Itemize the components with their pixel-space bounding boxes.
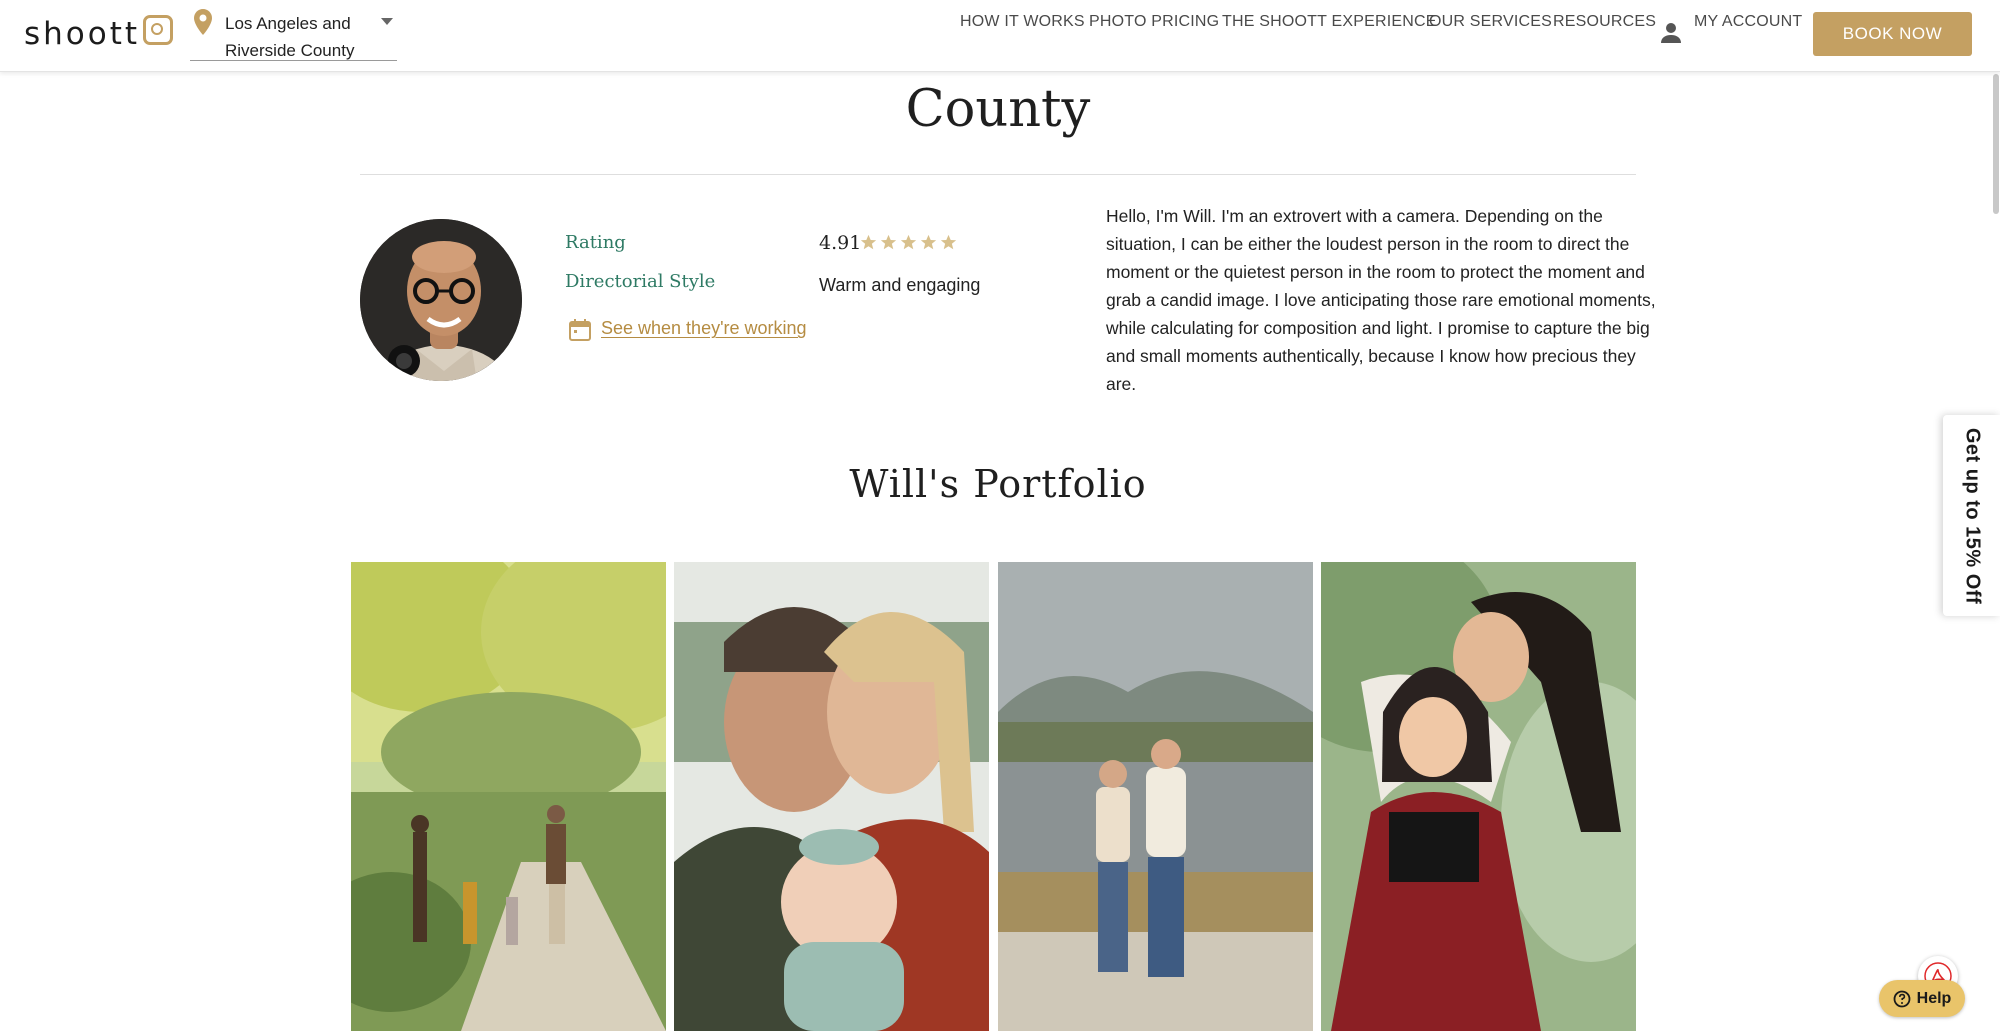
rating-stars — [860, 234, 957, 251]
nav-resources[interactable]: RESOURCES — [1553, 13, 1656, 31]
help-icon — [1893, 990, 1911, 1007]
star-icon — [920, 234, 937, 250]
discount-tab-label: Get up to 15% Off — [1961, 427, 1983, 604]
location-value: Los Angeles and Riverside County — [225, 14, 355, 60]
photographer-avatar — [360, 219, 522, 381]
page-title: County — [905, 80, 1091, 139]
logo-text: shoott — [24, 16, 141, 52]
nav-my-account[interactable]: MY ACCOUNT — [1694, 13, 1802, 31]
page-scrollbar[interactable] — [1993, 74, 1999, 214]
help-button[interactable]: Help — [1879, 980, 1965, 1017]
map-pin-icon — [194, 9, 212, 35]
portfolio-title: Will's Portfolio — [849, 462, 1147, 506]
site-header: shoott Los Angeles and Riverside County … — [0, 0, 2000, 72]
portfolio-photo-4[interactable] — [1321, 562, 1636, 1031]
nav-shoott-experience[interactable]: THE SHOOTT EXPERIENCE — [1222, 13, 1437, 31]
nav-photo-pricing[interactable]: PHOTO PRICING — [1089, 13, 1219, 31]
directorial-style-value: Warm and engaging — [819, 275, 981, 295]
book-now-button[interactable]: BOOK NOW — [1813, 12, 1972, 56]
shoott-logo[interactable]: shoott — [24, 14, 174, 54]
chevron-down-icon — [381, 18, 393, 25]
location-select[interactable]: Los Angeles and Riverside County — [190, 6, 397, 61]
nav-how-it-works[interactable]: HOW IT WORKS — [960, 13, 1085, 31]
rating-label: Rating — [565, 232, 626, 253]
section-divider — [360, 174, 1636, 175]
star-icon — [900, 234, 917, 250]
portfolio-photo-1[interactable] — [351, 562, 666, 1031]
photographer-bio: Hello, I'm Will. I'm an extrovert with a… — [1106, 206, 1656, 394]
see-schedule-link[interactable]: See when they're working — [601, 318, 807, 339]
camera-logo-icon — [143, 15, 174, 45]
portfolio-photo-3[interactable] — [998, 562, 1313, 1031]
directorial-style-label: Directorial Style — [565, 271, 716, 292]
calendar-icon — [569, 319, 591, 341]
star-icon — [940, 234, 957, 250]
star-icon — [860, 234, 877, 250]
account-icon[interactable] — [1660, 22, 1682, 44]
portfolio-photo-2[interactable] — [674, 562, 989, 1031]
help-label: Help — [1916, 989, 1952, 1007]
star-icon — [880, 234, 897, 250]
rating-value: 4.91 — [819, 232, 862, 254]
nav-our-services[interactable]: OUR SERVICES — [1429, 13, 1552, 31]
discount-side-tab[interactable]: Get up to 15% Off — [1943, 415, 2000, 616]
